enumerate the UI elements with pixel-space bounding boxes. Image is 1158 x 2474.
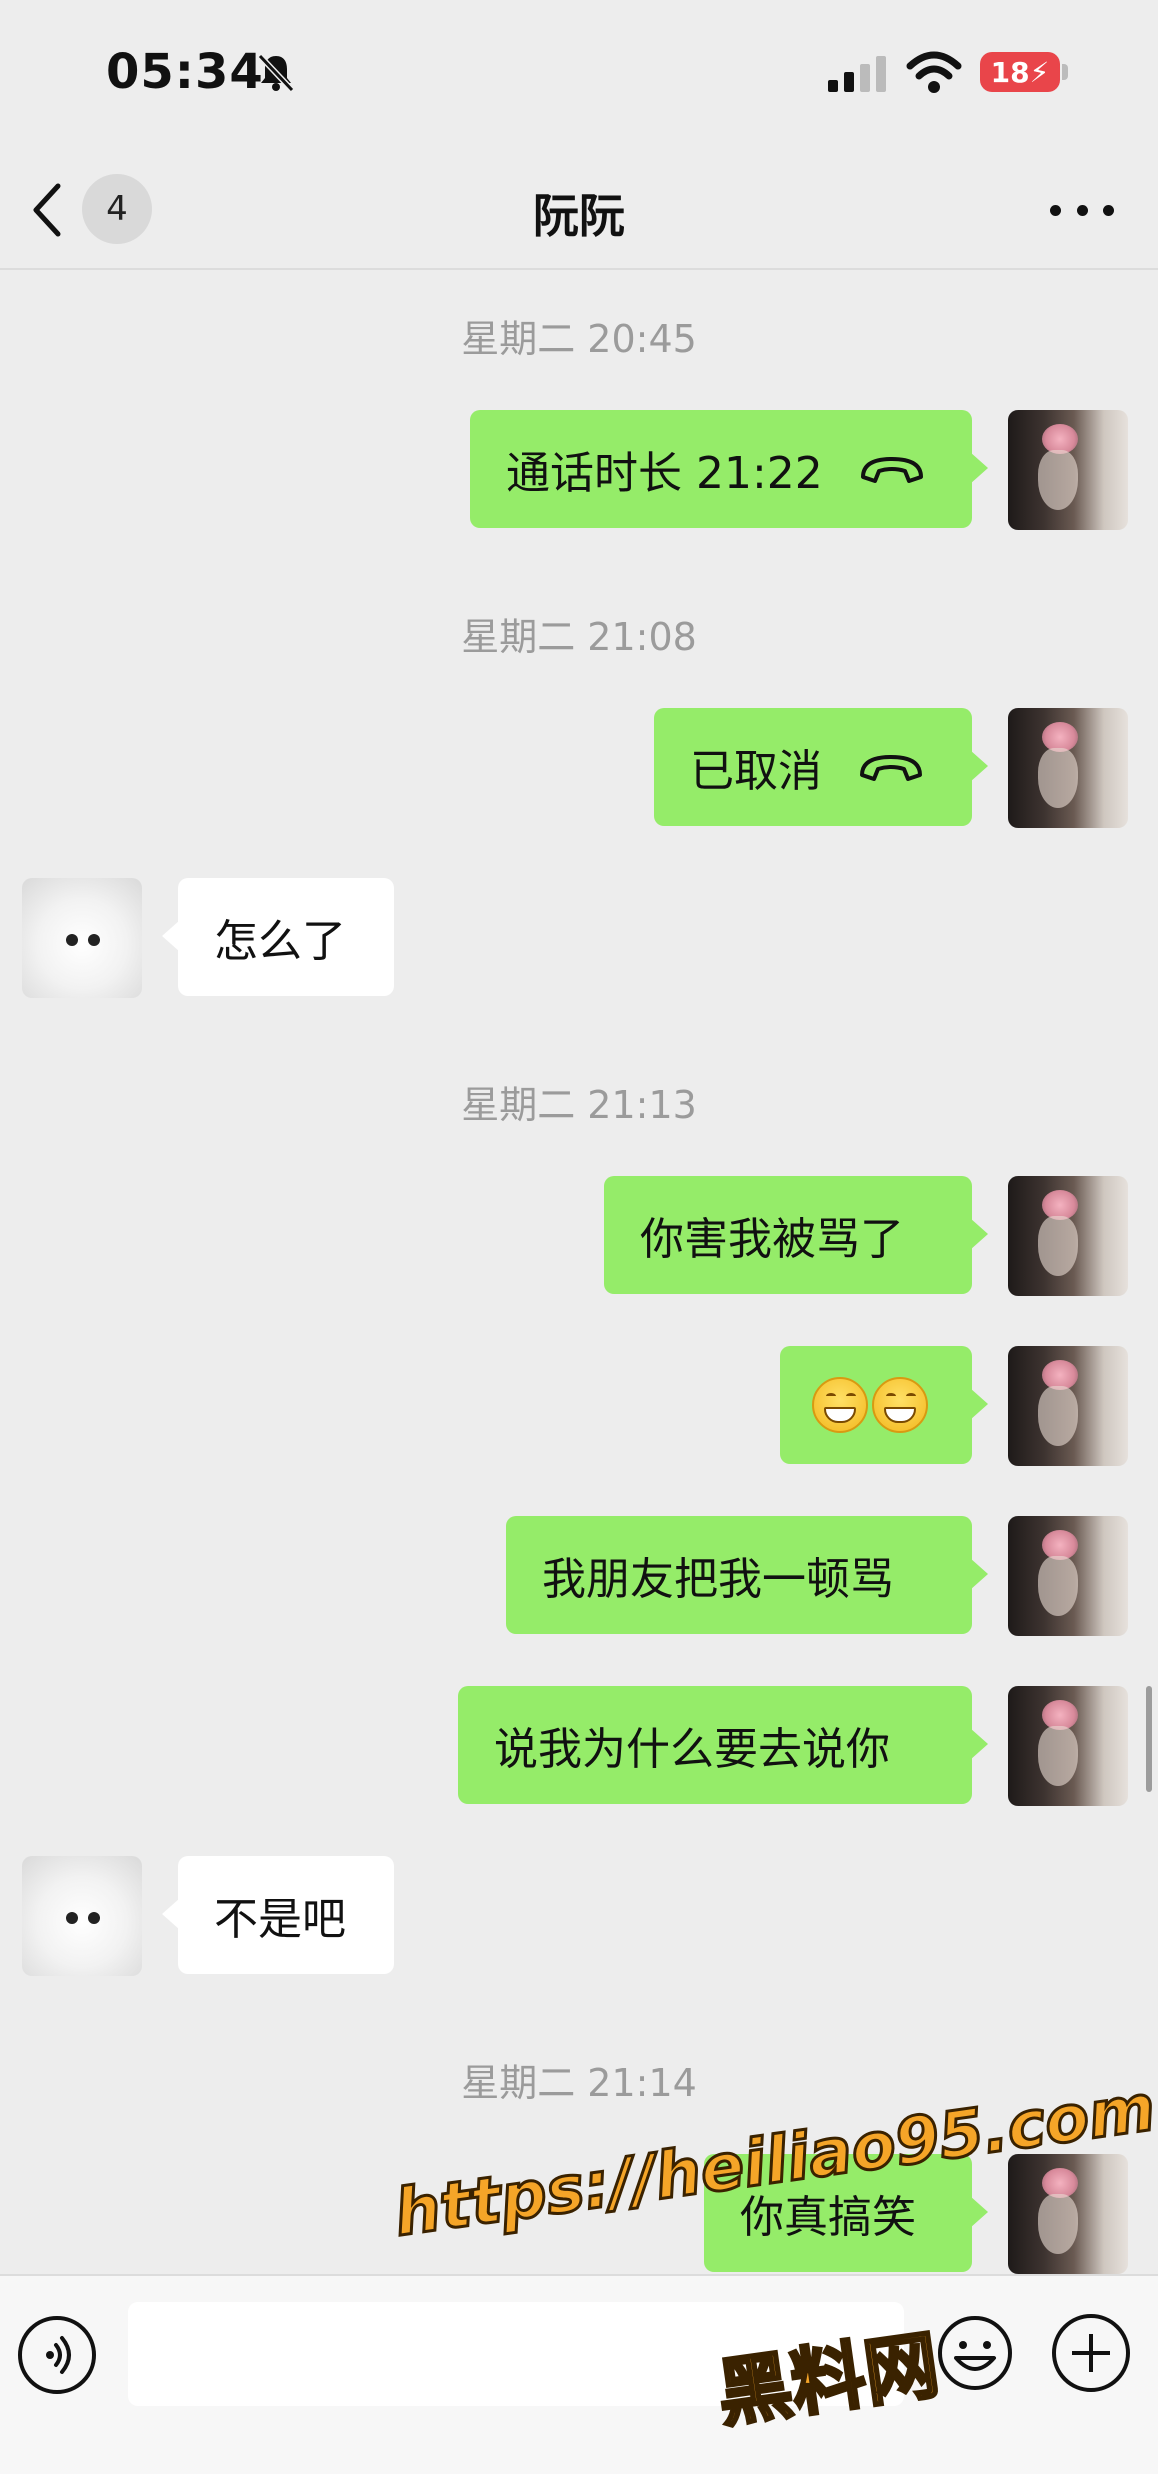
- outgoing-message-bubble[interactable]: 你害我被骂了: [604, 1176, 988, 1294]
- outgoing-message-bubble[interactable]: 说我为什么要去说你: [458, 1686, 988, 1804]
- status-time: 05:34: [106, 44, 264, 100]
- signal-icon: [828, 56, 886, 92]
- phone-hangup-icon: [860, 755, 922, 781]
- more-dots-icon: [1050, 204, 1061, 216]
- battery-level: 18: [990, 55, 1030, 89]
- message-timestamp: 星期二 21:13: [461, 1083, 697, 1127]
- bell-muted-icon: [257, 53, 295, 92]
- my-avatar[interactable]: [1008, 1346, 1128, 1466]
- voice-button[interactable]: [18, 2316, 96, 2394]
- message-input-bar: [0, 2274, 1158, 2474]
- phone-hangup-icon: [860, 457, 923, 483]
- wifi-icon: [906, 51, 962, 93]
- voice-icon: [46, 2336, 71, 2374]
- chat-header: 4 阮阮: [0, 150, 1158, 270]
- my-avatar[interactable]: [1008, 2154, 1128, 2274]
- chat-title: 阮阮: [533, 189, 625, 243]
- battery-nub: [1062, 64, 1068, 80]
- message-text: 不是吧: [214, 1894, 346, 1945]
- message-timestamp: 星期二 20:45: [461, 317, 697, 361]
- message-text: 说我为什么要去说你: [494, 1724, 890, 1775]
- more-options-button[interactable]: [1050, 192, 1114, 228]
- message-timestamp: 星期二 21:08: [461, 615, 697, 659]
- outgoing-message-bubble[interactable]: 我朋友把我一顿骂: [506, 1516, 988, 1634]
- message-text: 我朋友把我一顿骂: [542, 1554, 894, 1605]
- call-message-bubble[interactable]: 已取消: [654, 708, 988, 826]
- grin-emoji: [812, 1377, 868, 1433]
- incoming-message-bubble[interactable]: 不是吧: [162, 1856, 394, 1974]
- contact-avatar[interactable]: [22, 878, 142, 998]
- my-avatar[interactable]: [1008, 1686, 1128, 1806]
- my-avatar[interactable]: [1008, 410, 1128, 530]
- call-message-bubble[interactable]: 通话时长 21:22: [470, 410, 988, 528]
- plus-button[interactable]: [1052, 2314, 1130, 2392]
- grin-emoji: [872, 1377, 928, 1433]
- contact-avatar[interactable]: [22, 1856, 142, 1976]
- incoming-message-bubble[interactable]: 怎么了: [162, 878, 394, 996]
- outgoing-emoji-bubble[interactable]: [780, 1346, 988, 1464]
- my-avatar[interactable]: [1008, 708, 1128, 828]
- call-duration-text: 通话时长 21:22: [506, 448, 823, 499]
- emoji-icon: [938, 2316, 1012, 2390]
- call-cancelled-text: 已取消: [690, 746, 822, 797]
- scrollbar[interactable]: [1146, 1686, 1152, 1792]
- battery-icon: 18 ⚡: [980, 52, 1060, 92]
- status-bar: 05:34 18 ⚡: [0, 0, 1158, 150]
- message-text: 你害我被骂了: [640, 1214, 904, 1265]
- my-avatar[interactable]: [1008, 1176, 1128, 1296]
- message-text: 怎么了: [214, 916, 346, 967]
- my-avatar[interactable]: [1008, 1516, 1128, 1636]
- emoji-button[interactable]: [936, 2314, 1014, 2392]
